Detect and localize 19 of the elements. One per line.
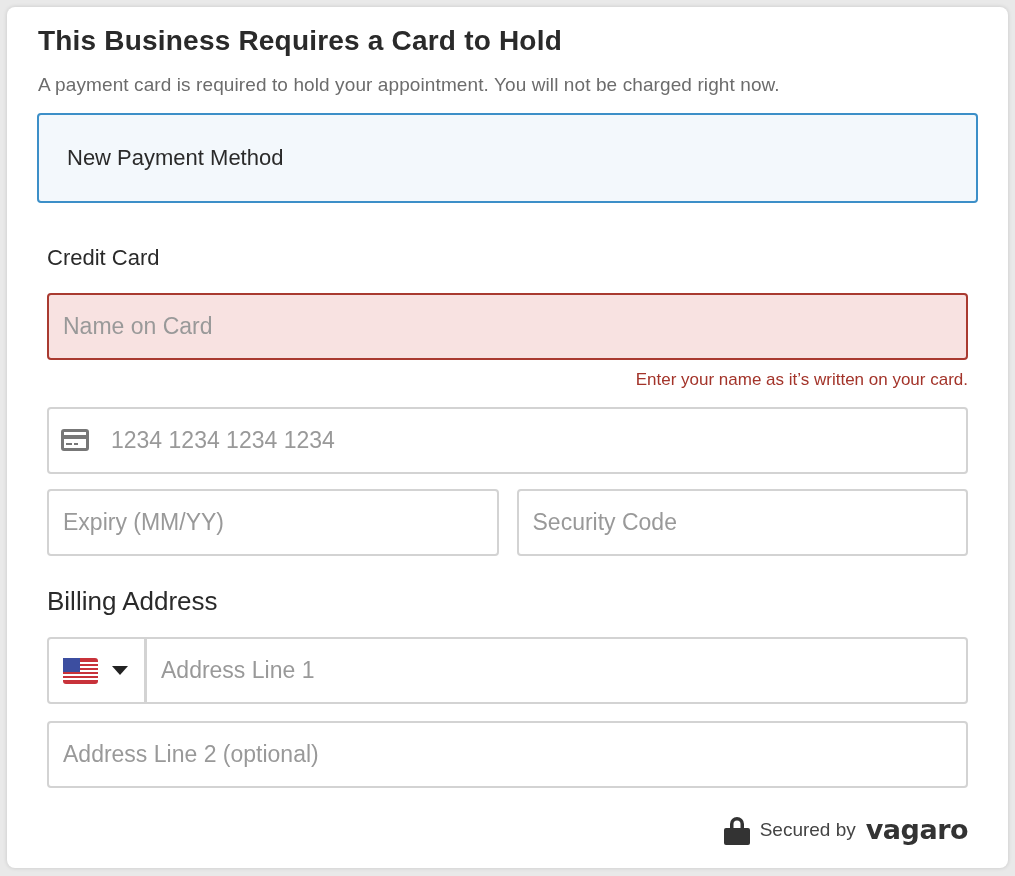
secured-label: Secured by xyxy=(759,818,856,841)
payment-method-option[interactable]: New Payment Method xyxy=(37,113,978,203)
brand-logo: vagaro xyxy=(865,814,968,845)
address-line-field[interactable]: Address Line 1 xyxy=(147,637,968,704)
dialog-subtitle: A payment card is required to hold your appointment. You will not be charged right now. xyxy=(38,73,781,97)
section-heading: Credit Card xyxy=(47,245,160,271)
name-field[interactable]: Name on Card xyxy=(47,293,968,360)
expiry-field[interactable]: Expiry (MM/YY) xyxy=(47,489,499,556)
card-number-field[interactable]: 1234 1234 1234 1234 xyxy=(47,407,968,474)
security-code-field[interactable]: Security Code xyxy=(516,489,968,556)
country-selector[interactable] xyxy=(47,637,147,704)
flag-icon xyxy=(63,657,98,684)
dialog-title: This Business Requires a Card to Hold xyxy=(38,27,563,55)
caret-icon xyxy=(112,666,128,675)
lock-icon xyxy=(723,814,750,845)
error-message: Enter your name as it’s written on your card. xyxy=(635,369,968,391)
credit-card-icon xyxy=(61,429,89,451)
section-heading: Billing Address xyxy=(47,586,218,617)
address-line-field[interactable]: Address Line 2 (optional) xyxy=(47,721,968,788)
